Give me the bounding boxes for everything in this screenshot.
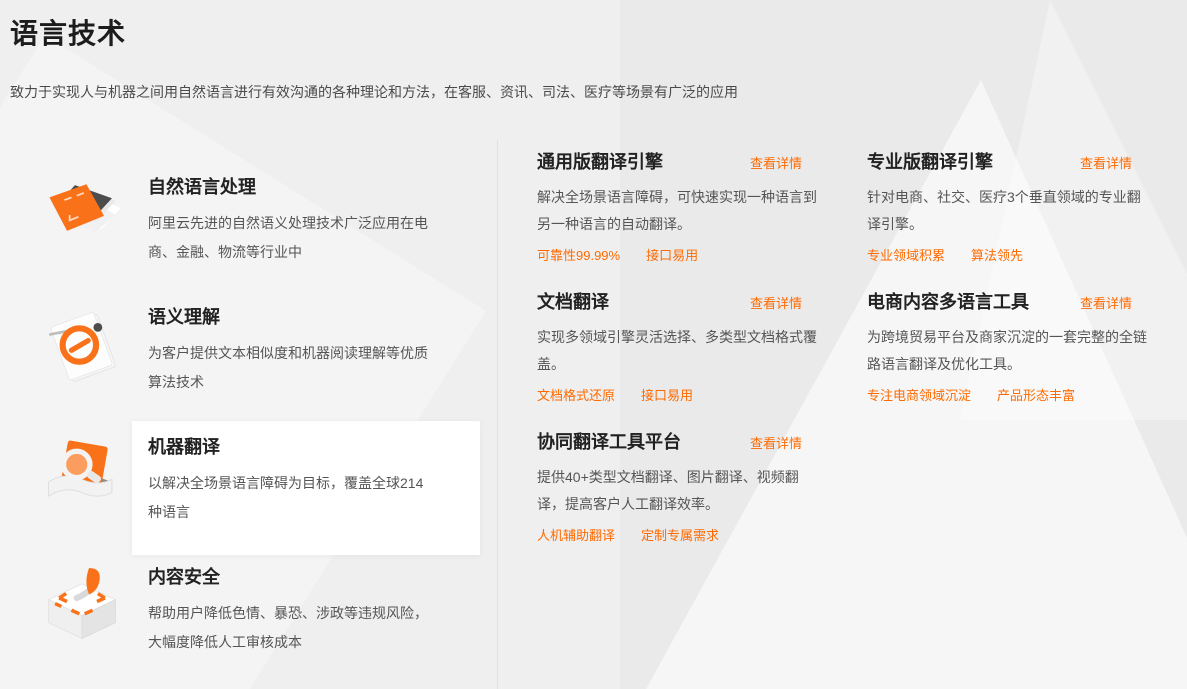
category-title: 内容安全	[148, 563, 464, 589]
category-item-machine-translation[interactable]: 机器翻译 以解决全场景语言障碍为目标，覆盖全球214种语言	[38, 425, 478, 555]
product-title: 专业版翻译引擎	[867, 148, 993, 174]
product-tags: 可靠性99.99% 接口易用	[537, 245, 843, 264]
category-text: 自然语言处理 阿里云先进的自然语义处理技术广泛应用在电商、金融、物流等行业中	[148, 165, 464, 295]
product-desc: 提供40+类型文档翻译、图片翻译、视频翻译，提高客户人工翻译效率。	[537, 464, 821, 518]
view-details-link[interactable]: 查看详情	[1080, 293, 1132, 312]
view-details-link[interactable]: 查看详情	[1080, 153, 1132, 172]
category-desc: 阿里云先进的自然语义处理技术广泛应用在电商、金融、物流等行业中	[148, 209, 432, 267]
product-grid: 通用版翻译引擎 查看详情 解决全场景语言障碍，可快速实现一种语言到另一种语言的自…	[537, 148, 1187, 568]
category-text-card: 机器翻译 以解决全场景语言障碍为目标，覆盖全球214种语言	[132, 421, 480, 555]
view-details-link[interactable]: 查看详情	[750, 433, 802, 452]
product-header: 电商内容多语言工具 查看详情	[867, 288, 1132, 314]
semantic-doc-icon	[38, 295, 148, 425]
product-card-document-translation: 文档翻译 查看详情 实现多领域引擎灵活选择、多类型文档格式覆盖。 文档格式还原 …	[537, 288, 843, 428]
product-title: 通用版翻译引擎	[537, 148, 663, 174]
category-item-content-safety[interactable]: 内容安全 帮助用户降低色情、暴恐、涉政等违规风险，大幅度降低人工审核成本	[38, 555, 478, 685]
category-text: 内容安全 帮助用户降低色情、暴恐、涉政等违规风险，大幅度降低人工审核成本	[148, 555, 464, 685]
view-details-link[interactable]: 查看详情	[750, 153, 802, 172]
product-tag: 可靠性99.99%	[537, 245, 620, 264]
product-tag: 人机辅助翻译	[537, 525, 615, 544]
product-tag: 产品形态丰富	[997, 385, 1075, 404]
category-title: 自然语言处理	[148, 173, 464, 199]
product-desc: 针对电商、社交、医疗3个垂直领域的专业翻译引擎。	[867, 184, 1151, 238]
product-tag: 定制专属需求	[641, 525, 719, 544]
product-tag: 专注电商领域沉淀	[867, 385, 971, 404]
category-item-semantic[interactable]: 语义理解 为客户提供文本相似度和机器阅读理解等优质算法技术	[38, 295, 478, 425]
product-card-collaborative-translation: 协同翻译工具平台 查看详情 提供40+类型文档翻译、图片翻译、视频翻译，提高客户…	[537, 428, 843, 568]
product-tag: 接口易用	[641, 385, 693, 404]
vertical-divider	[497, 140, 498, 689]
product-desc: 实现多领域引擎灵活选择、多类型文档格式覆盖。	[537, 324, 821, 378]
product-tag: 算法领先	[971, 245, 1023, 264]
product-desc: 解决全场景语言障碍，可快速实现一种语言到另一种语言的自动翻译。	[537, 184, 821, 238]
product-card-ecommerce-multilingual: 电商内容多语言工具 查看详情 为跨境贸易平台及商家沉淀的一套完整的全链路语言翻译…	[867, 288, 1173, 428]
page-subtitle: 致力于实现人与机器之间用自然语言进行有效沟通的各种理论和方法，在客服、资讯、司法…	[10, 82, 738, 102]
category-list: 自然语言处理 阿里云先进的自然语义处理技术广泛应用在电商、金融、物流等行业中	[38, 165, 478, 685]
product-header: 协同翻译工具平台 查看详情	[537, 428, 802, 454]
product-tag: 专业领域积累	[867, 245, 945, 264]
product-card-general-translation: 通用版翻译引擎 查看详情 解决全场景语言障碍，可快速实现一种语言到另一种语言的自…	[537, 148, 843, 288]
product-header: 文档翻译 查看详情	[537, 288, 802, 314]
category-desc: 为客户提供文本相似度和机器阅读理解等优质算法技术	[148, 339, 432, 397]
product-title: 电商内容多语言工具	[867, 288, 1029, 314]
category-title: 语义理解	[148, 303, 464, 329]
product-desc: 为跨境贸易平台及商家沉淀的一套完整的全链路语言翻译及优化工具。	[867, 324, 1151, 378]
category-text: 语义理解 为客户提供文本相似度和机器阅读理解等优质算法技术	[148, 295, 464, 425]
language-technology-section: 语言技术 致力于实现人与机器之间用自然语言进行有效沟通的各种理论和方法，在客服、…	[0, 0, 1187, 689]
category-item-nlp[interactable]: 自然语言处理 阿里云先进的自然语义处理技术广泛应用在电商、金融、物流等行业中	[38, 165, 478, 295]
product-header: 专业版翻译引擎 查看详情	[867, 148, 1132, 174]
product-title: 文档翻译	[537, 288, 609, 314]
content-safety-icon	[38, 555, 148, 685]
product-tag: 接口易用	[646, 245, 698, 264]
product-card-professional-translation: 专业版翻译引擎 查看详情 针对电商、社交、医疗3个垂直领域的专业翻译引擎。 专业…	[867, 148, 1173, 288]
product-tags: 人机辅助翻译 定制专属需求	[537, 525, 843, 544]
product-tag: 文档格式还原	[537, 385, 615, 404]
category-desc: 以解决全场景语言障碍为目标，覆盖全球214种语言	[148, 469, 432, 527]
page-title: 语言技术	[10, 12, 126, 52]
product-title: 协同翻译工具平台	[537, 428, 681, 454]
product-tags: 专业领域积累 算法领先	[867, 245, 1173, 264]
product-tags: 文档格式还原 接口易用	[537, 385, 843, 404]
product-header: 通用版翻译引擎 查看详情	[537, 148, 802, 174]
product-tags: 专注电商领域沉淀 产品形态丰富	[867, 385, 1173, 404]
nlp-book-icon	[38, 165, 148, 295]
view-details-link[interactable]: 查看详情	[750, 293, 802, 312]
category-desc: 帮助用户降低色情、暴恐、涉政等违规风险，大幅度降低人工审核成本	[148, 599, 432, 657]
category-title: 机器翻译	[148, 433, 464, 459]
